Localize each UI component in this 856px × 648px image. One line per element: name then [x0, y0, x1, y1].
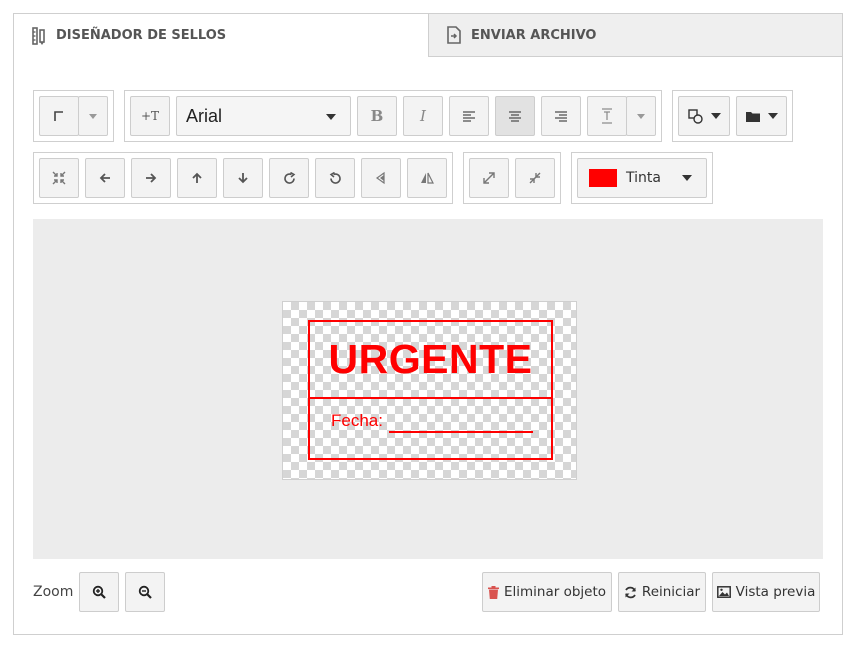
rotate-left-button[interactable] — [315, 158, 355, 198]
ink-color-label: Tinta — [626, 170, 661, 186]
zoom-in-button[interactable] — [79, 572, 119, 612]
align-right-icon — [555, 111, 567, 122]
chevron-down-icon — [89, 113, 97, 119]
align-right-button[interactable] — [541, 96, 581, 136]
rotate-right-icon — [283, 171, 295, 184]
zoom-in-icon — [92, 585, 106, 599]
stamp-canvas[interactable]: URGENTE Fecha: — [282, 301, 577, 480]
chevron-down-icon — [710, 113, 721, 119]
chevron-down-icon — [326, 114, 336, 120]
move-right-button[interactable] — [131, 158, 171, 198]
text-spacing-button[interactable] — [587, 96, 627, 136]
stamp-title-text[interactable]: URGENTE — [310, 336, 551, 383]
rotate-left-icon — [329, 171, 341, 184]
zoom-out-icon — [138, 585, 152, 599]
arrow-right-icon — [146, 173, 157, 183]
chevron-down-icon — [682, 175, 692, 181]
trash-icon — [487, 585, 499, 599]
center-object-button[interactable] — [39, 158, 79, 198]
align-left-icon — [463, 111, 475, 122]
reset-label: Reiniciar — [641, 584, 701, 600]
tab-upload-file[interactable]: ENVIAR ARCHIVO — [428, 13, 843, 57]
file-import-icon — [447, 26, 463, 44]
align-center-button[interactable] — [495, 96, 535, 136]
rotate-right-button[interactable] — [269, 158, 309, 198]
border-corner-button[interactable] — [39, 96, 79, 136]
arrow-left-icon — [99, 173, 110, 183]
compress-arrows-icon — [529, 172, 541, 184]
chevron-down-icon — [637, 113, 645, 119]
bold-button[interactable]: B — [357, 96, 397, 136]
text-height-icon — [602, 108, 612, 124]
flip-vertical-button[interactable] — [361, 158, 401, 198]
expand-icon — [483, 172, 495, 184]
stamp-divider[interactable] — [310, 397, 551, 399]
chevron-down-icon — [767, 113, 778, 119]
font-select-value: Arial — [186, 105, 223, 126]
italic-button[interactable]: I — [403, 96, 443, 136]
insert-shape-button[interactable] — [678, 96, 730, 136]
delete-object-label: Eliminar objeto — [503, 584, 607, 600]
color-swatch — [589, 169, 617, 187]
stamp-border[interactable]: URGENTE Fecha: — [308, 320, 553, 460]
refresh-icon — [625, 586, 636, 598]
add-text-button[interactable]: +T — [130, 96, 170, 136]
flip-horizontal-button[interactable] — [407, 158, 447, 198]
zoom-out-button[interactable] — [125, 572, 165, 612]
tab-label: DISEÑADOR DE SELLOS — [56, 28, 227, 43]
move-left-button[interactable] — [85, 158, 125, 198]
enlarge-button[interactable] — [469, 158, 509, 198]
flip-horizontal-icon — [421, 172, 434, 184]
font-select[interactable]: Arial — [176, 96, 351, 136]
move-up-button[interactable] — [177, 158, 217, 198]
ruler-pencil-icon — [32, 26, 48, 45]
compress-icon — [52, 171, 66, 185]
shrink-button[interactable] — [515, 158, 555, 198]
corner-icon — [54, 111, 63, 121]
flip-vertical-icon — [375, 171, 385, 185]
folder-icon — [745, 111, 760, 122]
image-icon — [716, 586, 731, 598]
reset-button[interactable]: Reiniciar — [618, 572, 706, 612]
arrow-down-icon — [238, 173, 248, 184]
tab-label: ENVIAR ARCHIVO — [471, 27, 597, 43]
zoom-label: Zoom — [33, 584, 74, 600]
open-folder-button[interactable] — [736, 96, 787, 136]
stamp-date-line[interactable] — [389, 431, 533, 433]
stamp-date-label[interactable]: Fecha: — [331, 411, 383, 431]
align-left-button[interactable] — [449, 96, 489, 136]
delete-object-button[interactable]: Eliminar objeto — [482, 572, 612, 612]
arrow-up-icon — [192, 172, 202, 183]
move-down-button[interactable] — [223, 158, 263, 198]
preview-label: Vista previa — [735, 584, 816, 600]
preview-button[interactable]: Vista previa — [712, 572, 820, 612]
tab-stamp-designer[interactable]: DISEÑADOR DE SELLOS — [13, 13, 429, 57]
text-spacing-dropdown[interactable] — [626, 96, 656, 136]
ink-color-dropdown[interactable]: Tinta — [577, 158, 707, 198]
border-dropdown-button[interactable] — [78, 96, 108, 136]
align-center-icon — [509, 111, 521, 122]
shapes-icon — [687, 108, 703, 124]
